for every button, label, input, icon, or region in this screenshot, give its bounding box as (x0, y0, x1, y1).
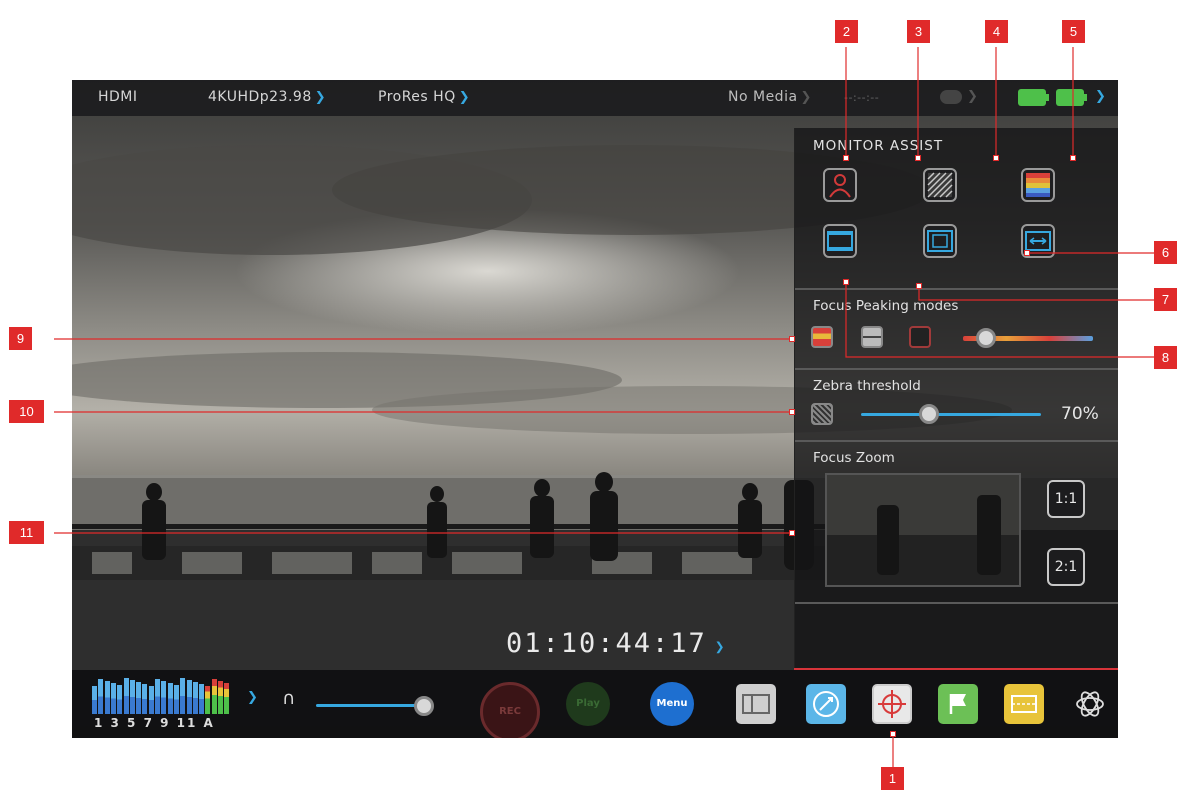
callout-7: 7 (1154, 288, 1177, 311)
callout-marker (993, 155, 999, 161)
callout-5: 5 (1062, 20, 1085, 43)
annotated-figure: HDMI 4KUHDp23.98 ❯ ProRes HQ ❯ No Media ❯ -… (0, 0, 1177, 799)
callout-marker (843, 155, 849, 161)
callout-marker (915, 155, 921, 161)
callout-marker (1024, 250, 1030, 256)
callout-marker (789, 530, 795, 536)
callout-marker (843, 279, 849, 285)
callout-3: 3 (907, 20, 930, 43)
callout-1: 1 (881, 767, 904, 790)
callout-marker (890, 731, 896, 737)
callout-marker (789, 336, 795, 342)
callout-2: 2 (835, 20, 858, 43)
callout-11: 11 (9, 521, 44, 544)
callout-8: 8 (1154, 346, 1177, 369)
callout-9: 9 (9, 327, 32, 350)
callout-marker (1070, 155, 1076, 161)
callout-marker (916, 283, 922, 289)
callout-10: 10 (9, 400, 44, 423)
callout-4: 4 (985, 20, 1008, 43)
callout-6: 6 (1154, 241, 1177, 264)
callout-lines (54, 47, 1154, 767)
callout-marker (789, 409, 795, 415)
